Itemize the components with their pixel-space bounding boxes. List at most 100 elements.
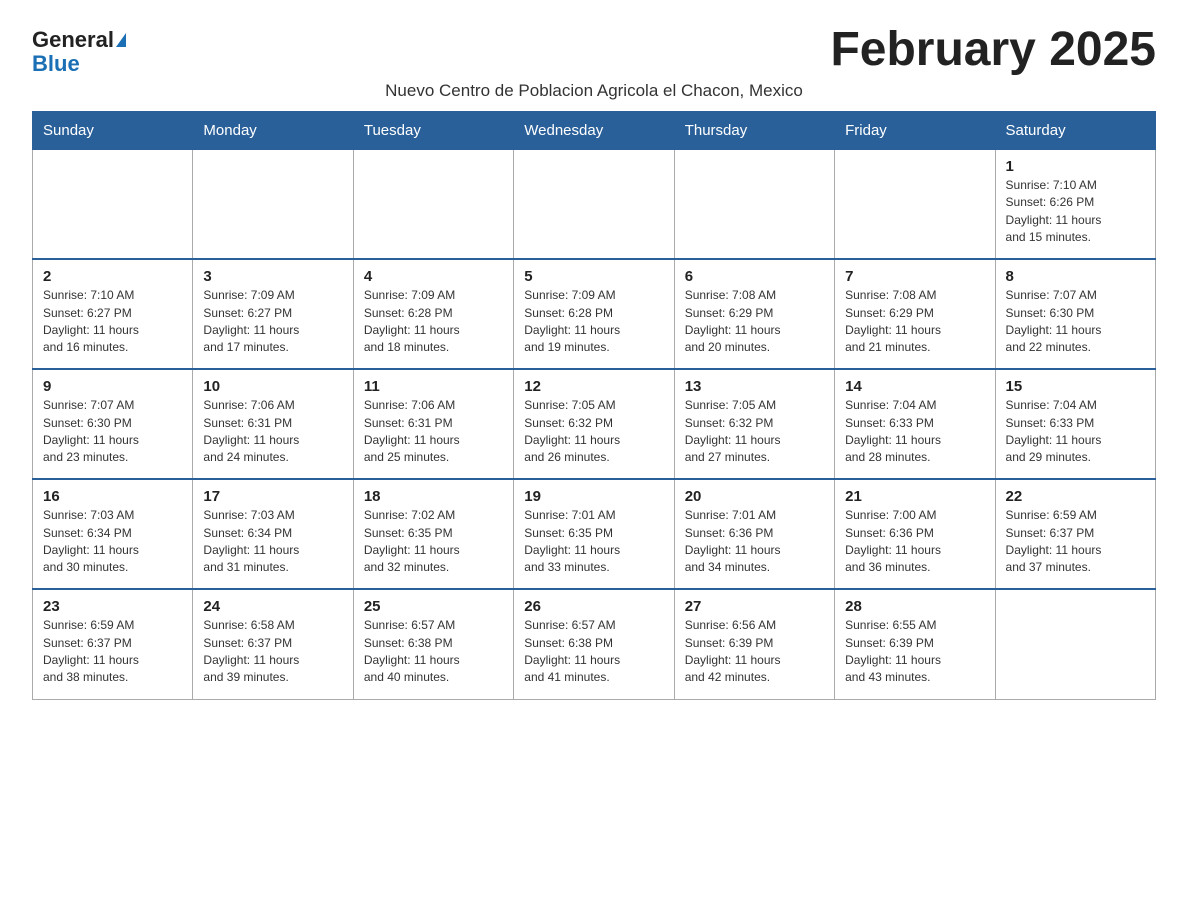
day-info: Sunrise: 7:02 AM Sunset: 6:35 PM Dayligh… [364, 507, 503, 577]
day-info: Sunrise: 7:04 AM Sunset: 6:33 PM Dayligh… [845, 397, 984, 467]
calendar-cell: 20Sunrise: 7:01 AM Sunset: 6:36 PM Dayli… [674, 479, 834, 589]
calendar-cell [835, 149, 995, 259]
day-info: Sunrise: 7:09 AM Sunset: 6:28 PM Dayligh… [524, 287, 663, 357]
weekday-header-row: SundayMondayTuesdayWednesdayThursdayFrid… [33, 111, 1156, 149]
calendar-cell [33, 149, 193, 259]
day-info: Sunrise: 6:59 AM Sunset: 6:37 PM Dayligh… [43, 617, 182, 687]
weekday-header-tuesday: Tuesday [353, 111, 513, 149]
calendar-cell: 8Sunrise: 7:07 AM Sunset: 6:30 PM Daylig… [995, 259, 1155, 369]
calendar-cell: 18 Sunrise: 7:02 AM Sunset: 6:35 PM Dayli… [353, 479, 513, 589]
day-number: 9 [43, 378, 182, 395]
day-info: Sunrise: 7:10 AM Sunset: 6:26 PM Dayligh… [1006, 177, 1145, 247]
calendar-cell [514, 149, 674, 259]
calendar-cell: 3 Sunrise: 7:09 AM Sunset: 6:27 PM Daylig… [193, 259, 353, 369]
calendar-cell [995, 589, 1155, 699]
day-number: 12 [524, 378, 663, 395]
day-number: 11 [364, 378, 503, 395]
day-number: 15 [1006, 378, 1145, 395]
calendar-week-row: 9 Sunrise: 7:07 AM Sunset: 6:30 PM Daylig… [33, 369, 1156, 479]
day-info: Sunrise: 7:07 AM Sunset: 6:30 PM Dayligh… [43, 397, 182, 467]
calendar-cell: 14 Sunrise: 7:04 AM Sunset: 6:33 PM Dayli… [835, 369, 995, 479]
day-number: 3 [203, 268, 342, 285]
page-header: General Blue February 2025 [32, 24, 1156, 77]
day-number: 17 [203, 488, 342, 505]
logo-triangle-icon [116, 33, 126, 47]
weekday-header-monday: Monday [193, 111, 353, 149]
logo-blue: Blue [32, 51, 80, 76]
weekday-header-thursday: Thursday [674, 111, 834, 149]
calendar-cell: 22Sunrise: 6:59 AM Sunset: 6:37 PM Dayli… [995, 479, 1155, 589]
day-number: 16 [43, 488, 182, 505]
calendar-cell [193, 149, 353, 259]
calendar-cell: 27 Sunrise: 6:56 AM Sunset: 6:39 PM Dayli… [674, 589, 834, 699]
weekday-header-saturday: Saturday [995, 111, 1155, 149]
day-number: 22 [1006, 488, 1145, 505]
calendar-week-row: 16 Sunrise: 7:03 AM Sunset: 6:34 PM Dayli… [33, 479, 1156, 589]
calendar-cell: 19Sunrise: 7:01 AM Sunset: 6:35 PM Dayli… [514, 479, 674, 589]
day-info: Sunrise: 7:03 AM Sunset: 6:34 PM Dayligh… [203, 507, 342, 577]
day-info: Sunrise: 7:06 AM Sunset: 6:31 PM Dayligh… [203, 397, 342, 467]
day-number: 23 [43, 598, 182, 615]
weekday-header-sunday: Sunday [33, 111, 193, 149]
logo: General Blue [32, 28, 126, 76]
calendar-cell: 16 Sunrise: 7:03 AM Sunset: 6:34 PM Dayli… [33, 479, 193, 589]
calendar-cell: 1 Sunrise: 7:10 AM Sunset: 6:26 PM Daylig… [995, 149, 1155, 259]
day-number: 4 [364, 268, 503, 285]
calendar-cell: 7Sunrise: 7:08 AM Sunset: 6:29 PM Daylig… [835, 259, 995, 369]
day-info: Sunrise: 7:10 AM Sunset: 6:27 PM Dayligh… [43, 287, 182, 357]
month-title: February 2025 [830, 24, 1156, 77]
day-info: Sunrise: 7:08 AM Sunset: 6:29 PM Dayligh… [845, 287, 984, 357]
day-info: Sunrise: 7:03 AM Sunset: 6:34 PM Dayligh… [43, 507, 182, 577]
calendar-cell: 5 Sunrise: 7:09 AM Sunset: 6:28 PM Daylig… [514, 259, 674, 369]
day-number: 6 [685, 268, 824, 285]
calendar-cell: 6 Sunrise: 7:08 AM Sunset: 6:29 PM Daylig… [674, 259, 834, 369]
calendar-cell: 25 Sunrise: 6:57 AM Sunset: 6:38 PM Dayli… [353, 589, 513, 699]
day-info: Sunrise: 6:55 AM Sunset: 6:39 PM Dayligh… [845, 617, 984, 687]
calendar-cell [674, 149, 834, 259]
calendar-subtitle: Nuevo Centro de Poblacion Agricola el Ch… [32, 81, 1156, 101]
day-number: 2 [43, 268, 182, 285]
day-info: Sunrise: 6:57 AM Sunset: 6:38 PM Dayligh… [364, 617, 503, 687]
calendar-cell: 15Sunrise: 7:04 AM Sunset: 6:33 PM Dayli… [995, 369, 1155, 479]
calendar-table: SundayMondayTuesdayWednesdayThursdayFrid… [32, 111, 1156, 700]
day-info: Sunrise: 6:58 AM Sunset: 6:37 PM Dayligh… [203, 617, 342, 687]
calendar-cell: 24Sunrise: 6:58 AM Sunset: 6:37 PM Dayli… [193, 589, 353, 699]
day-info: Sunrise: 7:09 AM Sunset: 6:28 PM Dayligh… [364, 287, 503, 357]
calendar-cell: 23 Sunrise: 6:59 AM Sunset: 6:37 PM Dayli… [33, 589, 193, 699]
day-number: 13 [685, 378, 824, 395]
calendar-cell: 2 Sunrise: 7:10 AM Sunset: 6:27 PM Daylig… [33, 259, 193, 369]
day-number: 14 [845, 378, 984, 395]
day-info: Sunrise: 7:07 AM Sunset: 6:30 PM Dayligh… [1006, 287, 1145, 357]
day-number: 18 [364, 488, 503, 505]
calendar-cell: 10 Sunrise: 7:06 AM Sunset: 6:31 PM Dayli… [193, 369, 353, 479]
day-info: Sunrise: 7:08 AM Sunset: 6:29 PM Dayligh… [685, 287, 824, 357]
day-number: 27 [685, 598, 824, 615]
calendar-week-row: 23 Sunrise: 6:59 AM Sunset: 6:37 PM Dayli… [33, 589, 1156, 699]
calendar-week-row: 1 Sunrise: 7:10 AM Sunset: 6:26 PM Daylig… [33, 149, 1156, 259]
calendar-cell [353, 149, 513, 259]
logo-general: General [32, 27, 114, 52]
day-number: 1 [1006, 158, 1145, 175]
day-number: 25 [364, 598, 503, 615]
calendar-cell: 4 Sunrise: 7:09 AM Sunset: 6:28 PM Daylig… [353, 259, 513, 369]
day-number: 20 [685, 488, 824, 505]
calendar-cell: 26Sunrise: 6:57 AM Sunset: 6:38 PM Dayli… [514, 589, 674, 699]
calendar-cell: 28 Sunrise: 6:55 AM Sunset: 6:39 PM Dayli… [835, 589, 995, 699]
day-info: Sunrise: 7:05 AM Sunset: 6:32 PM Dayligh… [685, 397, 824, 467]
day-info: Sunrise: 7:09 AM Sunset: 6:27 PM Dayligh… [203, 287, 342, 357]
day-info: Sunrise: 7:00 AM Sunset: 6:36 PM Dayligh… [845, 507, 984, 577]
day-number: 5 [524, 268, 663, 285]
day-info: Sunrise: 6:56 AM Sunset: 6:39 PM Dayligh… [685, 617, 824, 687]
calendar-cell: 9 Sunrise: 7:07 AM Sunset: 6:30 PM Daylig… [33, 369, 193, 479]
day-info: Sunrise: 6:57 AM Sunset: 6:38 PM Dayligh… [524, 617, 663, 687]
day-number: 28 [845, 598, 984, 615]
calendar-cell: 13 Sunrise: 7:05 AM Sunset: 6:32 PM Dayli… [674, 369, 834, 479]
calendar-cell: 17 Sunrise: 7:03 AM Sunset: 6:34 PM Dayli… [193, 479, 353, 589]
day-number: 21 [845, 488, 984, 505]
calendar-week-row: 2 Sunrise: 7:10 AM Sunset: 6:27 PM Daylig… [33, 259, 1156, 369]
calendar-cell: 12Sunrise: 7:05 AM Sunset: 6:32 PM Dayli… [514, 369, 674, 479]
weekday-header-friday: Friday [835, 111, 995, 149]
calendar-cell: 21 Sunrise: 7:00 AM Sunset: 6:36 PM Dayli… [835, 479, 995, 589]
day-number: 19 [524, 488, 663, 505]
day-number: 10 [203, 378, 342, 395]
